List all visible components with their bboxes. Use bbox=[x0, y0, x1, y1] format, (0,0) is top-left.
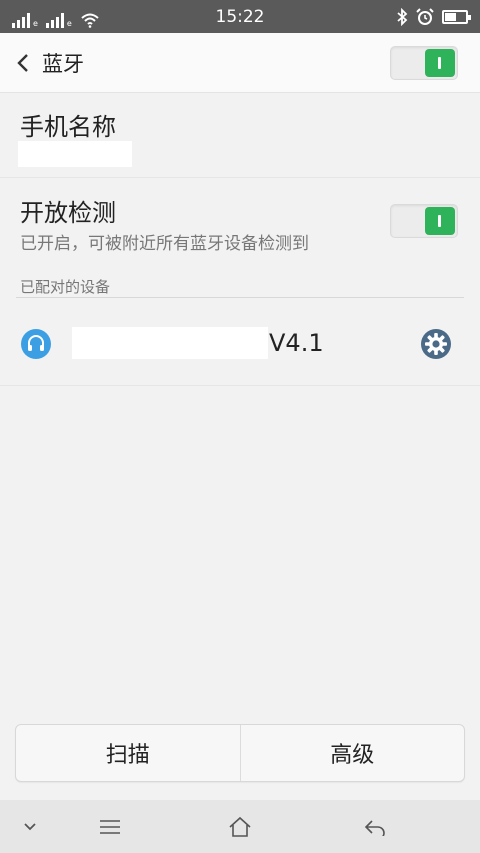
device-name-mask bbox=[72, 327, 268, 359]
device-name-value bbox=[18, 141, 132, 167]
action-bar: 扫描 高级 bbox=[15, 724, 465, 782]
open-detection-title: 开放检测 bbox=[20, 199, 116, 227]
headset-icon bbox=[21, 329, 51, 359]
open-detection-toggle[interactable] bbox=[390, 204, 458, 238]
chevron-left-icon bbox=[17, 54, 28, 72]
advanced-button[interactable]: 高级 bbox=[239, 725, 465, 781]
gear-icon[interactable] bbox=[421, 329, 451, 359]
status-bar: e e 15:22 bbox=[0, 0, 480, 33]
back-icon[interactable] bbox=[360, 812, 390, 842]
battery-icon bbox=[442, 10, 471, 24]
chevron-down-icon[interactable] bbox=[15, 812, 45, 842]
bluetooth-toggle[interactable] bbox=[390, 46, 458, 80]
toggle-knob bbox=[425, 49, 455, 77]
header: 蓝牙 bbox=[0, 33, 480, 93]
scan-button[interactable]: 扫描 bbox=[16, 725, 240, 781]
page-title: 蓝牙 bbox=[42, 52, 84, 76]
paired-device-row[interactable]: V4.1 bbox=[0, 298, 480, 386]
back-button[interactable] bbox=[12, 49, 34, 77]
open-detection-row[interactable]: 开放检测 已开启，可被附近所有蓝牙设备检测到 bbox=[0, 178, 480, 266]
paired-devices-header: 已配对的设备 bbox=[20, 278, 111, 296]
menu-icon[interactable] bbox=[95, 812, 125, 842]
status-right bbox=[396, 6, 471, 28]
device-name-row[interactable]: 手机名称 bbox=[0, 94, 480, 178]
device-name-title: 手机名称 bbox=[20, 113, 116, 141]
navigation-bar bbox=[0, 800, 480, 853]
home-icon[interactable] bbox=[225, 812, 255, 842]
open-detection-subtitle: 已开启，可被附近所有蓝牙设备检测到 bbox=[20, 234, 309, 254]
bluetooth-icon bbox=[397, 8, 408, 26]
paired-device-name: V4.1 bbox=[269, 329, 324, 357]
alarm-icon bbox=[416, 8, 434, 25]
toggle-knob bbox=[425, 207, 455, 235]
